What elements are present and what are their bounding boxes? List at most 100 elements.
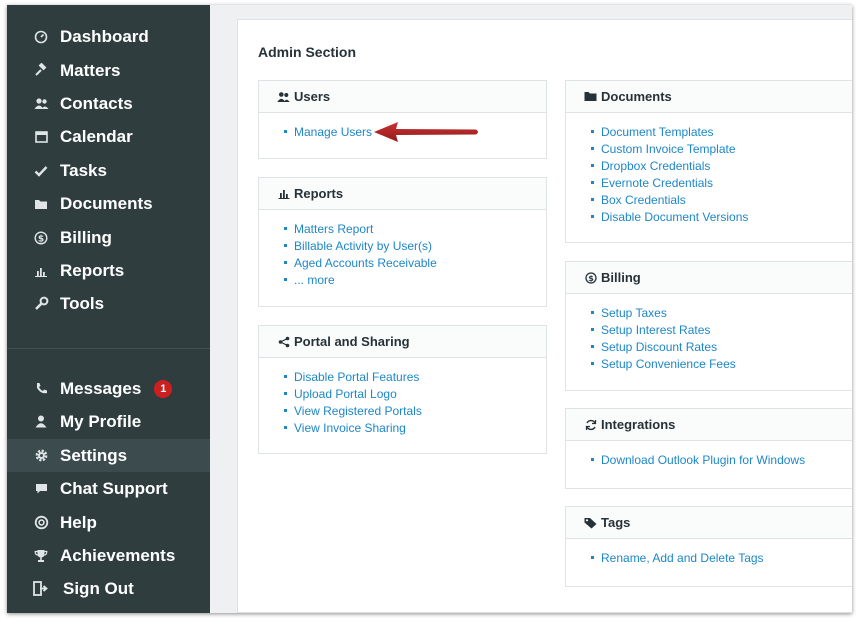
link-label: ... more xyxy=(294,272,335,287)
setup-taxes-link[interactable]: Setup Taxes xyxy=(591,304,852,321)
folder-icon xyxy=(584,90,597,103)
phone-icon xyxy=(32,382,50,395)
annotation-arrow-icon xyxy=(374,122,478,142)
nav-billing[interactable]: $ Billing xyxy=(7,221,210,254)
link-label: Setup Taxes xyxy=(601,305,667,320)
nav-contacts[interactable]: Contacts xyxy=(7,87,210,120)
bullet xyxy=(591,181,594,184)
link-label: Disable Document Versions xyxy=(601,209,749,224)
bullet xyxy=(591,215,594,218)
disable-document-versions-link[interactable]: Disable Document Versions xyxy=(591,208,852,225)
rename-add-delete-tags-link[interactable]: Rename, Add and Delete Tags xyxy=(591,549,852,566)
nav-label: Tools xyxy=(60,293,105,313)
nav-messages[interactable]: Messages 1 xyxy=(7,372,210,405)
integrations-links: Download Outlook Plugin for Windows xyxy=(566,441,852,468)
bullet xyxy=(284,130,287,133)
bullet xyxy=(284,426,287,429)
dropbox-credentials-link[interactable]: Dropbox Credentials xyxy=(591,157,852,174)
bullet xyxy=(591,164,594,167)
billable-activity-link[interactable]: Billable Activity by User(s) xyxy=(284,237,546,254)
nav-chat-support[interactable]: Chat Support xyxy=(7,472,210,505)
link-label: Download Outlook Plugin for Windows xyxy=(601,452,806,467)
billing-links: Setup Taxes Setup Interest Rates Setup D… xyxy=(566,294,852,372)
integrations-panel: Integrations Download Outlook Plugin for… xyxy=(565,408,852,489)
bar-chart-icon xyxy=(277,187,290,200)
panel-title: Portal and Sharing xyxy=(294,334,410,349)
gear-icon xyxy=(32,448,50,463)
link-label: Matters Report xyxy=(294,221,374,236)
link-label: Upload Portal Logo xyxy=(294,386,397,401)
link-label: Dropbox Credentials xyxy=(601,158,711,173)
bullet xyxy=(284,244,287,247)
nav-tools[interactable]: Tools xyxy=(7,287,210,320)
link-label: Rename, Add and Delete Tags xyxy=(601,550,764,565)
box-credentials-link[interactable]: Box Credentials xyxy=(591,191,852,208)
setup-discount-rates-link[interactable]: Setup Discount Rates xyxy=(591,338,852,355)
refresh-icon xyxy=(584,418,597,431)
upload-portal-logo-link[interactable]: Upload Portal Logo xyxy=(284,385,546,402)
custom-invoice-template-link[interactable]: Custom Invoice Template xyxy=(591,140,852,157)
nav-achievements[interactable]: Achievements xyxy=(7,539,210,572)
nav-label: Reports xyxy=(60,260,125,280)
nav-label: Tasks xyxy=(60,160,107,180)
link-label: Setup Interest Rates xyxy=(601,322,711,337)
evernote-credentials-link[interactable]: Evernote Credentials xyxy=(591,174,852,191)
reports-panel-header: Reports xyxy=(259,178,546,210)
download-outlook-plugin-link[interactable]: Download Outlook Plugin for Windows xyxy=(591,451,852,468)
link-label: Setup Discount Rates xyxy=(601,339,718,354)
link-label: Billable Activity by User(s) xyxy=(294,238,433,253)
documents-panel-header: Documents xyxy=(566,81,852,113)
more-reports-link[interactable]: ... more xyxy=(284,271,546,288)
matters-report-link[interactable]: Matters Report xyxy=(284,220,546,237)
nav-documents[interactable]: Documents xyxy=(7,187,210,220)
document-templates-link[interactable]: Document Templates xyxy=(591,123,852,140)
nav-calendar[interactable]: Calendar xyxy=(7,120,210,153)
nav-settings[interactable]: Settings xyxy=(7,439,210,472)
nav-label: Chat Support xyxy=(60,478,168,498)
app-window: Dashboard Matters Contacts Calendar Task xyxy=(7,5,852,613)
nav-label: Documents xyxy=(60,193,153,213)
bullet xyxy=(284,392,287,395)
nav-dashboard[interactable]: Dashboard xyxy=(7,20,210,53)
disable-portal-features-link[interactable]: Disable Portal Features xyxy=(284,368,546,385)
wrench-icon xyxy=(32,296,50,311)
nav-matters[interactable]: Matters xyxy=(7,54,210,87)
billing-panel-header: $ Billing xyxy=(566,262,852,294)
setup-interest-rates-link[interactable]: Setup Interest Rates xyxy=(591,321,852,338)
tags-panel-header: Tags xyxy=(566,507,852,539)
dashboard-icon xyxy=(32,30,50,44)
link-label: View Invoice Sharing xyxy=(294,420,406,435)
nav-tasks[interactable]: Tasks xyxy=(7,154,210,187)
reports-links: Matters Report Billable Activity by User… xyxy=(259,210,546,288)
view-registered-portals-link[interactable]: View Registered Portals xyxy=(284,402,546,419)
bullet xyxy=(284,261,287,264)
nav-help[interactable]: Help xyxy=(7,506,210,539)
link-label: Aged Accounts Receivable xyxy=(294,255,437,270)
link-label: Setup Convenience Fees xyxy=(601,356,736,371)
nav-sign-out[interactable]: Sign Out xyxy=(7,572,210,605)
view-invoice-sharing-link[interactable]: View Invoice Sharing xyxy=(284,419,546,436)
lifebuoy-icon xyxy=(32,515,50,530)
setup-convenience-fees-link[interactable]: Setup Convenience Fees xyxy=(591,355,852,372)
link-label: Disable Portal Features xyxy=(294,369,420,384)
link-label: Custom Invoice Template xyxy=(601,141,736,156)
nav-reports[interactable]: Reports xyxy=(7,254,210,287)
panel-title: Integrations xyxy=(601,417,676,432)
aged-accounts-link[interactable]: Aged Accounts Receivable xyxy=(284,254,546,271)
nav-label: Billing xyxy=(60,227,112,247)
bullet xyxy=(284,278,287,281)
bullet xyxy=(591,130,594,133)
trophy-icon xyxy=(32,549,50,563)
nav-label: Contacts xyxy=(60,93,133,113)
bullet xyxy=(591,147,594,150)
panel-title: Users xyxy=(294,89,331,104)
bullet xyxy=(591,198,594,201)
nav-label: Achievements xyxy=(60,545,176,565)
admin-content: Admin Section Users Manage Users Reports… xyxy=(237,19,852,613)
bullet xyxy=(591,556,594,559)
nav-my-profile[interactable]: My Profile xyxy=(7,405,210,438)
gavel-icon xyxy=(32,63,50,78)
users-icon xyxy=(277,90,290,103)
nav-label: Matters xyxy=(60,60,121,80)
panel-title: Billing xyxy=(601,270,641,285)
